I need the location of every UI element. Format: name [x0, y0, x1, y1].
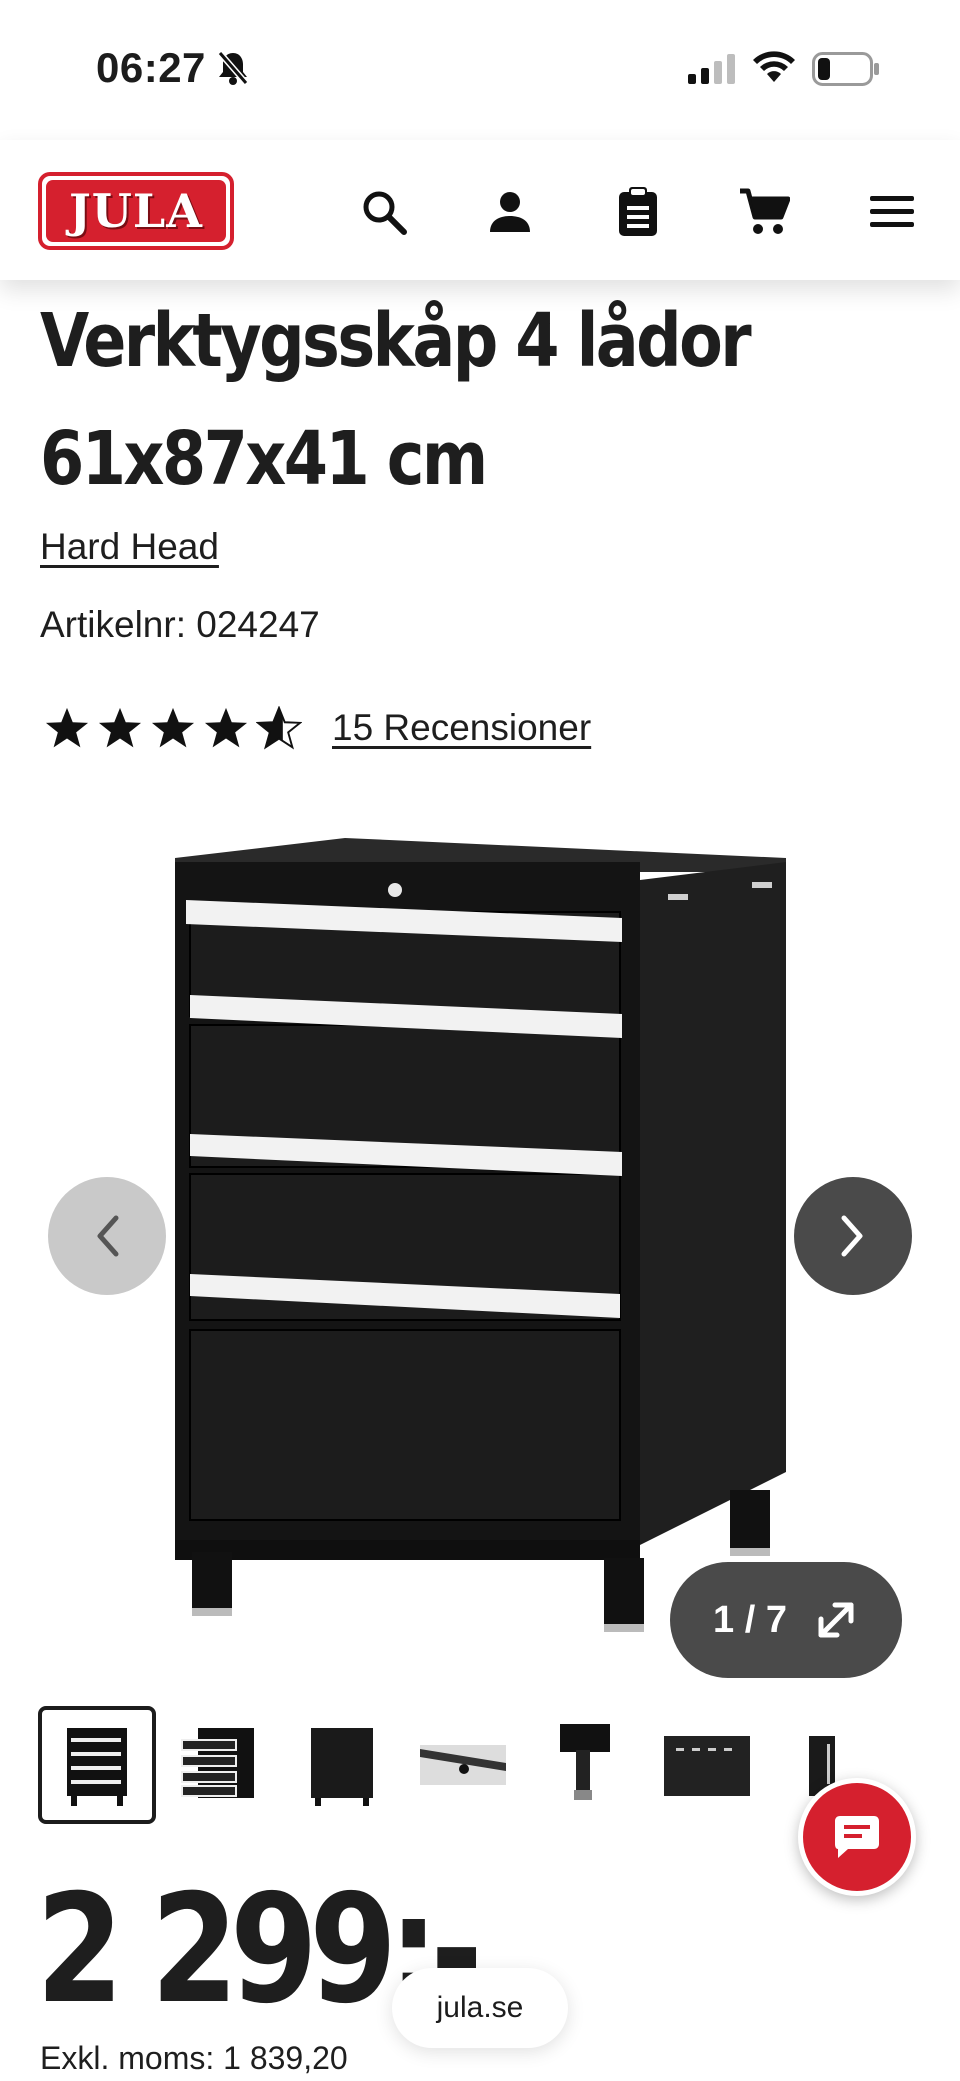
- shopping-list-icon[interactable]: [610, 184, 666, 240]
- star-icon: [45, 707, 89, 748]
- wifi-icon: [752, 50, 796, 89]
- next-image-button[interactable]: [794, 1177, 912, 1295]
- article-number: Artikelnr: 024247: [40, 604, 320, 646]
- previous-image-button[interactable]: [48, 1177, 166, 1295]
- thumbnail-4[interactable]: [404, 1706, 522, 1824]
- thumbnail-1[interactable]: [38, 1706, 156, 1824]
- brand-link[interactable]: Hard Head: [40, 526, 219, 568]
- rating-row: 15 Recensioner: [44, 700, 591, 756]
- jula-logo[interactable]: JULA: [38, 172, 234, 250]
- chat-icon: [835, 1816, 879, 1858]
- excl-vat-label: Exkl. moms:: [40, 2040, 215, 2076]
- thumbnail-3[interactable]: [282, 1706, 400, 1824]
- bell-muted-icon: [216, 50, 250, 91]
- chat-button[interactable]: [798, 1778, 916, 1896]
- browser-url-pill[interactable]: jula.se: [392, 1968, 568, 2048]
- excl-vat-value: 1 839,20: [223, 2040, 348, 2076]
- fullscreen-counter-button[interactable]: 1 / 7: [670, 1562, 902, 1678]
- logo-text: JULA: [69, 184, 203, 238]
- chevron-right-icon: [841, 1215, 863, 1257]
- battery-icon: [812, 52, 880, 91]
- thumbnail-6[interactable]: [648, 1706, 766, 1824]
- price-excl-vat: Exkl. moms: 1 839,20: [40, 2040, 348, 2077]
- cart-icon[interactable]: [736, 184, 792, 240]
- star-icon: [204, 707, 248, 748]
- star-rating: [44, 706, 302, 750]
- sku-value: 024247: [196, 604, 320, 645]
- reviews-link[interactable]: 15 Recensioner: [332, 707, 591, 749]
- star-half-icon: [256, 706, 302, 750]
- chevron-left-icon: [97, 1215, 119, 1257]
- site-header: JULA: [0, 140, 960, 280]
- thumbnail-5[interactable]: [526, 1706, 644, 1824]
- thumbnail-2[interactable]: [160, 1706, 278, 1824]
- status-bar: 06:27: [0, 0, 960, 140]
- account-icon[interactable]: [482, 184, 538, 240]
- clock: 06:27: [96, 44, 206, 91]
- product-title: Verktygsskåp 4 lådor 61x87x41 cm: [40, 298, 752, 502]
- search-icon[interactable]: [356, 184, 412, 240]
- star-icon: [98, 707, 142, 748]
- expand-icon: [818, 1602, 854, 1638]
- star-icon: [151, 707, 195, 748]
- cellular-signal-icon: [688, 54, 738, 89]
- sku-label: Artikelnr:: [40, 604, 186, 645]
- image-counter: 1 / 7: [713, 1598, 787, 1641]
- menu-icon[interactable]: [864, 184, 920, 240]
- image-carousel[interactable]: 1 / 7: [0, 800, 960, 1678]
